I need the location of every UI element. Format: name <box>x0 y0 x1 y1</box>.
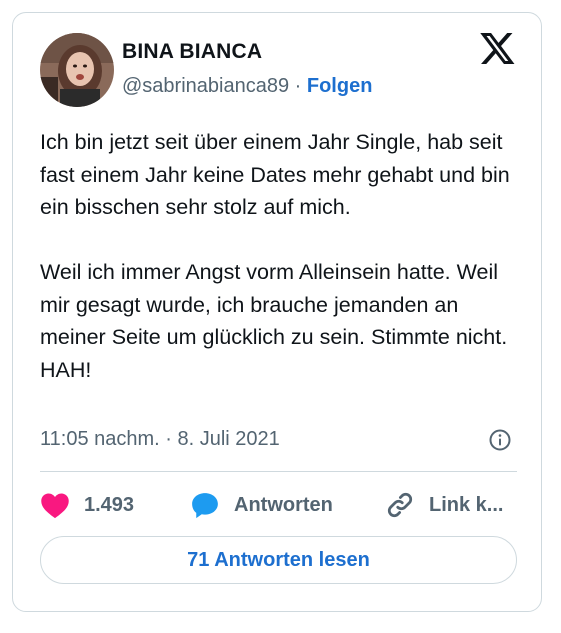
tweet-paragraph: Ich bin jetzt seit über einem Jahr Singl… <box>40 130 510 219</box>
author-handle-row: @sabrinabianca89 · Folgen <box>122 75 372 98</box>
link-icon <box>387 492 413 518</box>
tweet-paragraph: Weil ich immer Angst vorm Alleinsein hat… <box>40 260 508 382</box>
tweet-timestamp[interactable]: 11:05 nachm. · 8. Juli 2021 <box>40 428 280 451</box>
heart-icon <box>41 493 69 519</box>
read-replies-button[interactable]: 71 Antworten lesen <box>40 536 517 584</box>
info-icon[interactable] <box>488 428 512 452</box>
avatar[interactable] <box>40 33 114 107</box>
speech-bubble-icon <box>192 493 218 519</box>
like-button[interactable]: 1.493 <box>40 488 134 522</box>
handle-separator: · <box>289 75 307 97</box>
copy-link-label: Link k... <box>429 493 504 516</box>
x-logo-icon[interactable] <box>480 33 516 67</box>
follow-button[interactable]: Folgen <box>307 75 373 97</box>
tweet-card: BINA BIANCA @sabrinabianca89 · Folgen Ic… <box>12 12 542 612</box>
author-handle[interactable]: @sabrinabianca89 <box>122 75 289 97</box>
like-count: 1.493 <box>84 493 135 516</box>
reply-button[interactable]: Antworten <box>190 488 333 522</box>
reply-label: Antworten <box>234 493 333 516</box>
author-display-name[interactable]: BINA BIANCA <box>122 40 262 64</box>
tweet-text: Ich bin jetzt seit über einem Jahr Singl… <box>40 126 520 386</box>
divider <box>40 471 517 472</box>
copy-link-button[interactable]: Link k... <box>385 488 503 522</box>
